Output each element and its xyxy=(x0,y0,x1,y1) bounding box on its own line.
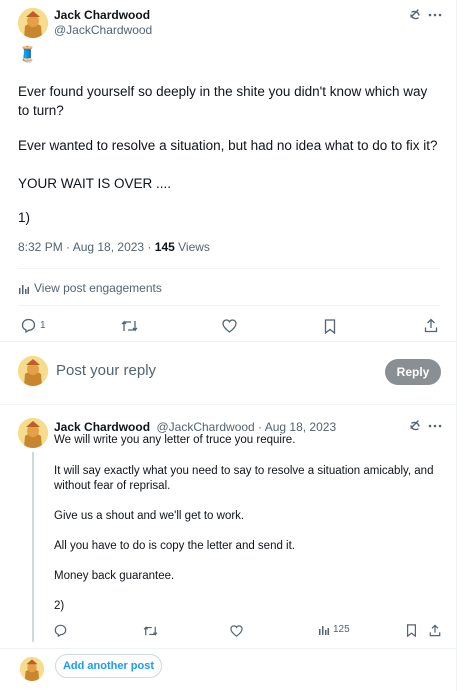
divider xyxy=(0,341,456,342)
share-icon[interactable] xyxy=(424,318,438,333)
thread-post-text-4: Money back guarantee. xyxy=(54,570,175,582)
composer-avatar[interactable] xyxy=(20,657,44,681)
thread-post-first-line: We will write you any letter of truce yo… xyxy=(54,434,296,446)
analytics-icon xyxy=(18,283,29,294)
author-name[interactable]: Jack Chardwood xyxy=(54,8,150,22)
divider xyxy=(0,404,456,405)
view-engagements-link[interactable]: View post engagements xyxy=(18,281,162,295)
reply-input[interactable]: Post your reply xyxy=(56,362,156,379)
thread-post-text-5: 2) xyxy=(54,600,65,612)
repost-icon[interactable] xyxy=(143,625,158,637)
like-icon[interactable] xyxy=(230,625,243,637)
views-label: Views xyxy=(174,240,210,254)
thread-post-text-2: Give us a shout and we'll get to work. xyxy=(54,510,245,522)
divider xyxy=(0,648,456,649)
post-text-4: 1) xyxy=(18,210,31,225)
grok-icon[interactable] xyxy=(408,8,422,22)
timeline-column: Jack Chardwood @JackChardwood 🧵 Ever fou… xyxy=(0,0,457,691)
bookmark-icon[interactable] xyxy=(324,319,336,334)
author-name[interactable]: Jack Chardwood xyxy=(54,420,150,434)
post-meta: 8:32 PM · Aug 18, 2023 · 145 Views xyxy=(18,240,210,254)
more-icon[interactable] xyxy=(428,13,442,17)
thread-post-text-1: It will say exactly what you need to say… xyxy=(54,465,434,492)
reply-icon[interactable]: 1 xyxy=(21,318,46,333)
author-handle[interactable]: @JackChardwood xyxy=(156,420,254,434)
post-text-1: Ever found yourself so deeply in the shi… xyxy=(18,84,428,118)
view-engagements-label: View post engagements xyxy=(34,281,162,295)
views-stat[interactable]: 125 xyxy=(318,624,350,635)
share-icon[interactable] xyxy=(429,624,441,637)
post-timestamp[interactable]: 8:32 PM · Aug 18, 2023 · xyxy=(18,240,155,254)
views-count: 145 xyxy=(154,240,175,254)
thread-connector xyxy=(32,452,34,642)
author-handle[interactable]: @JackChardwood xyxy=(54,23,152,37)
like-icon[interactable] xyxy=(222,319,237,333)
thread-post-text-3: All you have to do is copy the letter an… xyxy=(54,540,296,552)
thread-emoji: 🧵 xyxy=(18,46,37,63)
views-count: 125 xyxy=(333,624,350,635)
composer-avatar[interactable] xyxy=(18,356,48,386)
analytics-icon xyxy=(318,624,329,635)
post-text-3: YOUR WAIT IS OVER .... xyxy=(18,176,172,191)
divider xyxy=(18,268,440,269)
post-date[interactable]: · Aug 18, 2023 xyxy=(255,420,336,434)
more-icon[interactable] xyxy=(428,424,442,428)
grok-icon[interactable] xyxy=(408,419,422,433)
add-another-post-button[interactable]: Add another post xyxy=(55,654,162,678)
reply-icon[interactable] xyxy=(54,624,67,637)
avatar[interactable] xyxy=(18,418,48,448)
reply-count: 1 xyxy=(40,320,46,331)
avatar[interactable] xyxy=(18,8,48,38)
reply-button[interactable]: Reply xyxy=(385,359,441,385)
bookmark-icon[interactable] xyxy=(406,624,417,637)
repost-icon[interactable] xyxy=(121,319,138,333)
divider xyxy=(18,305,440,306)
post-text-2: Ever wanted to resolve a situation, but … xyxy=(18,138,438,153)
